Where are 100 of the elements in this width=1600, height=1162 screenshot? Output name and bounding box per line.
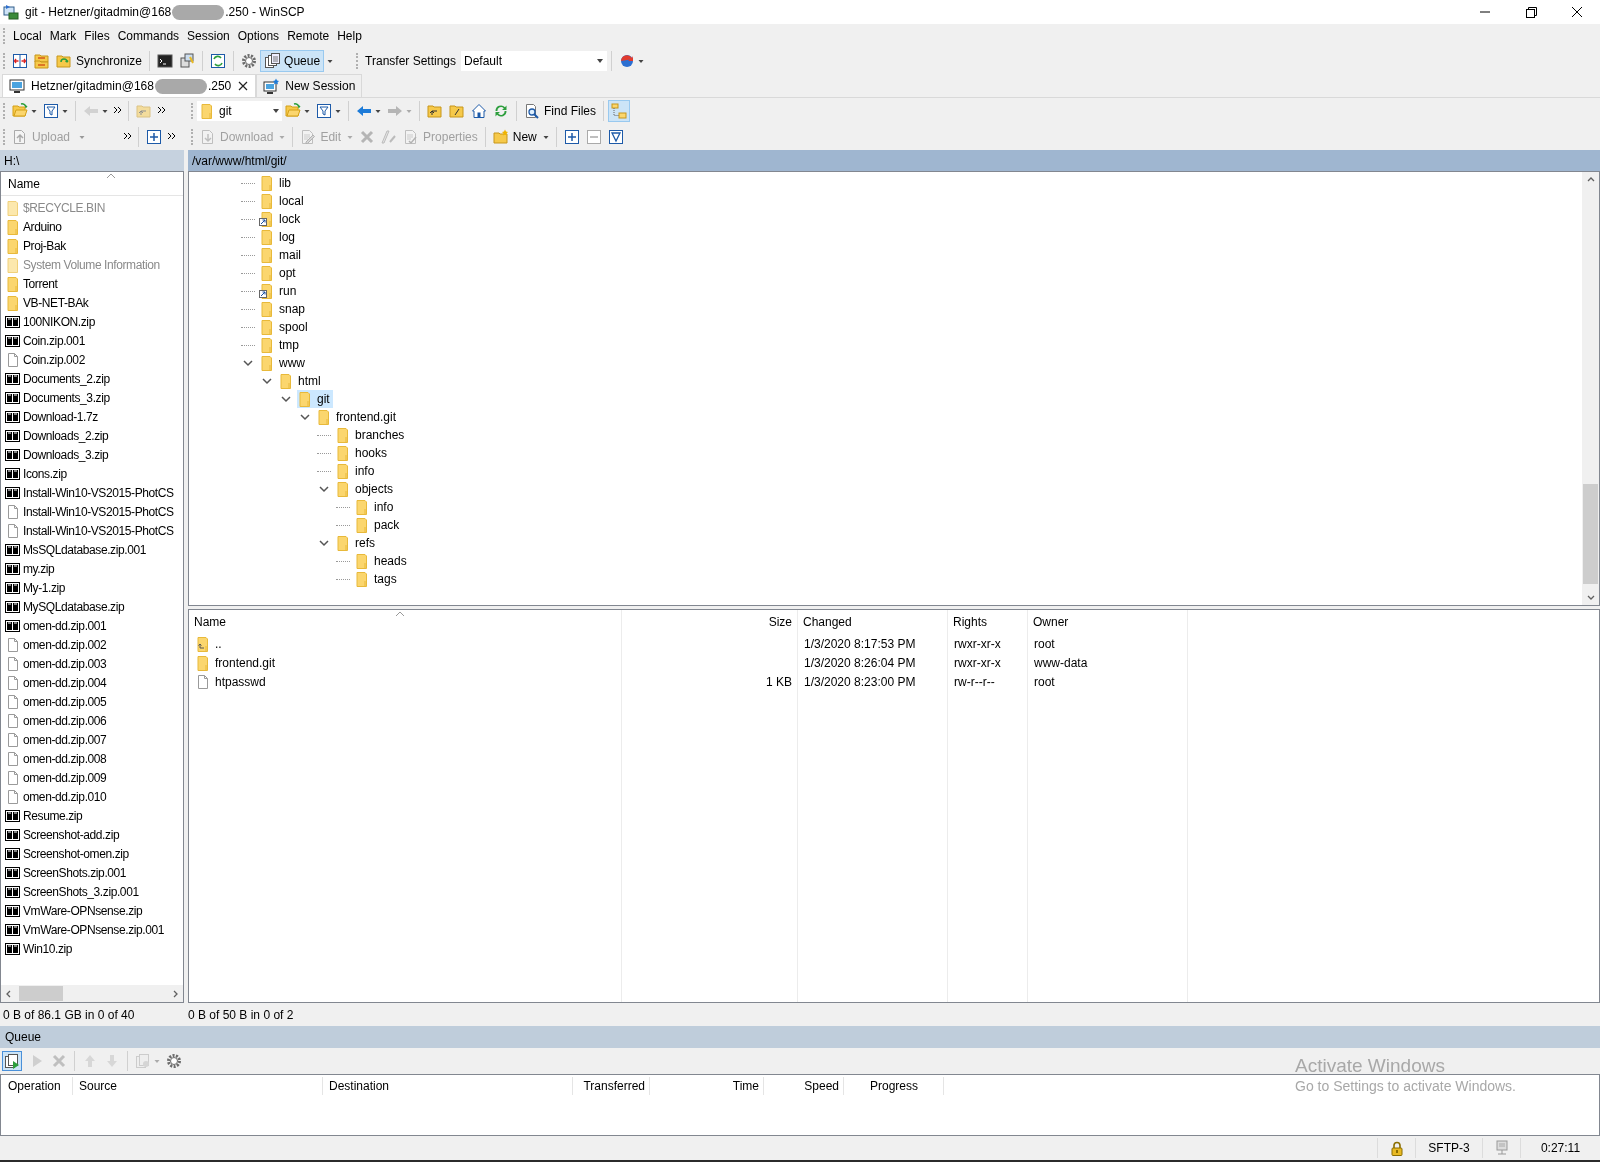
synchronize-button[interactable]: Synchronize [53,50,146,72]
tree-item[interactable]: refs [335,534,378,552]
file-name[interactable]: Install-Win10-VS2015-PhotCS [23,521,174,540]
file-name[interactable]: VB-NET-BAk [23,293,89,312]
file-name[interactable]: htpasswd [215,672,266,691]
refresh-icon[interactable] [493,103,509,119]
vertical-scrollbar[interactable] [1582,172,1599,605]
file-name[interactable]: Documents_3.zip [23,388,110,407]
transfer-settings-dropdown[interactable]: Default [461,51,607,71]
file-name[interactable]: Coin.zip.002 [23,350,85,369]
tree-item[interactable]: log [259,228,298,246]
scrollbar-thumb[interactable] [19,986,63,1001]
tab[interactable]: New Session [256,74,363,97]
find-files-button[interactable]: Find Files [521,102,599,120]
column-header[interactable]: Rights [948,613,1028,631]
tab[interactable]: Hetzner/gitadmin@168 .250 [2,74,257,97]
terminal-icon[interactable] [157,53,174,69]
file-name[interactable]: Downloads_3.zip [23,445,109,464]
file-name[interactable]: omen-dd.zip.009 [23,768,107,787]
column-header[interactable]: Name [189,613,622,631]
file-name[interactable]: my.zip [23,559,55,578]
tree-item[interactable]: www [259,354,308,372]
file-name[interactable]: MySQLdatabase.zip [23,597,125,616]
tree-item[interactable]: lock [259,210,304,228]
file-name[interactable]: 100NIKON.zip [23,312,95,331]
menu-item[interactable]: Help [333,24,366,48]
home-icon[interactable] [471,103,487,119]
tree-item[interactable]: tags [354,570,400,588]
root-folder-icon[interactable] [449,103,465,119]
filter-icon[interactable] [43,103,59,119]
file-name[interactable]: Screenshot-add.zip [23,825,120,844]
file-name[interactable]: Icons.zip [23,464,67,483]
file-name[interactable]: Resume.zip [23,806,83,825]
scrollbar-thumb[interactable] [1583,484,1598,584]
queue-button[interactable]: Queue [260,50,325,72]
tree-item[interactable]: opt [259,264,299,282]
column-header[interactable]: Changed [798,613,948,631]
tree-toggle-button[interactable] [608,100,630,122]
tree-item[interactable]: git [297,390,333,408]
file-name[interactable]: omen-dd.zip.002 [23,635,107,654]
file-name[interactable]: ScreenShots_3.zip.001 [23,882,139,901]
file-name[interactable]: frontend.git [215,653,276,672]
file-name[interactable]: omen-dd.zip.008 [23,749,107,768]
queue-go-button[interactable] [2,1051,22,1071]
file-name[interactable]: Install-Win10-VS2015-PhotCS [23,483,174,502]
column-header[interactable]: Owner [1028,613,1188,631]
column-header[interactable]: Operation [1,1077,73,1095]
file-name[interactable]: omen-dd.zip.004 [23,673,107,692]
sync-icon[interactable] [210,53,227,69]
plus-icon[interactable] [563,129,580,145]
column-header[interactable]: Destination [323,1077,573,1095]
menu-item[interactable]: Mark [45,24,81,48]
file-name[interactable]: omen-dd.zip.005 [23,692,107,711]
file-name[interactable]: Proj-Bak [23,236,66,255]
check-filter-icon[interactable] [607,129,624,145]
column-header[interactable]: Time [650,1077,764,1095]
file-name[interactable]: Documents_2.zip [23,369,110,388]
filter-icon[interactable] [316,103,332,119]
column-header[interactable]: Progress [844,1077,944,1095]
new-button[interactable]: New [489,128,540,146]
column-header[interactable]: Source [73,1077,323,1095]
file-name[interactable]: Arduino [23,217,62,236]
tree-item[interactable]: lib [259,174,294,192]
gear-icon[interactable] [241,53,258,69]
file-name[interactable]: Screenshot-omen.zip [23,844,129,863]
menu-item[interactable]: Commands [113,24,184,48]
file-name[interactable]: Torrent [23,274,58,293]
column-header[interactable]: Speed [764,1077,844,1095]
file-name[interactable]: omen-dd.zip.010 [23,787,107,806]
menu-item[interactable]: Remote [283,24,334,48]
file-name[interactable]: Coin.zip.001 [23,331,85,350]
globe-icon[interactable] [619,53,635,69]
tree-item[interactable]: mail [259,246,304,264]
file-name[interactable]: omen-dd.zip.003 [23,654,107,673]
split-arrows-icon[interactable] [12,53,28,69]
file-name[interactable]: System Volume Information [23,255,160,274]
menu-item[interactable]: Files [80,24,114,48]
path-dropdown[interactable]: git [197,101,282,121]
file-name[interactable]: ScreenShots.zip.001 [23,863,127,882]
column-header[interactable]: Name [1,174,40,193]
gear-icon[interactable] [166,1053,182,1069]
menu-item[interactable]: Session [183,24,234,48]
file-name[interactable]: omen-dd.zip.007 [23,730,107,749]
file-name[interactable]: VmWare-OPNsense.zip.001 [23,920,165,939]
file-name[interactable]: MsSQLdatabase.zip.001 [23,540,146,559]
file-name[interactable]: omen-dd.zip.001 [23,616,107,635]
file-name[interactable]: Downloads_2.zip [23,426,109,445]
parent-folder-icon[interactable] [427,103,443,119]
column-header[interactable]: Size [622,613,798,631]
menu-item[interactable]: Local [9,24,46,48]
column-header[interactable]: Transferred [573,1077,650,1095]
file-name[interactable]: Win10.zip [23,939,73,958]
plus-icon[interactable] [146,129,163,145]
menu-item[interactable]: Options [233,24,284,48]
tree-item[interactable]: tmp [259,336,302,354]
back-arrow-icon[interactable] [356,103,372,119]
folders-icon[interactable] [34,53,50,69]
file-name[interactable]: My-1.zip [23,578,66,597]
file-name[interactable]: omen-dd.zip.006 [23,711,107,730]
file-name[interactable]: Download-1.7z [23,407,98,426]
